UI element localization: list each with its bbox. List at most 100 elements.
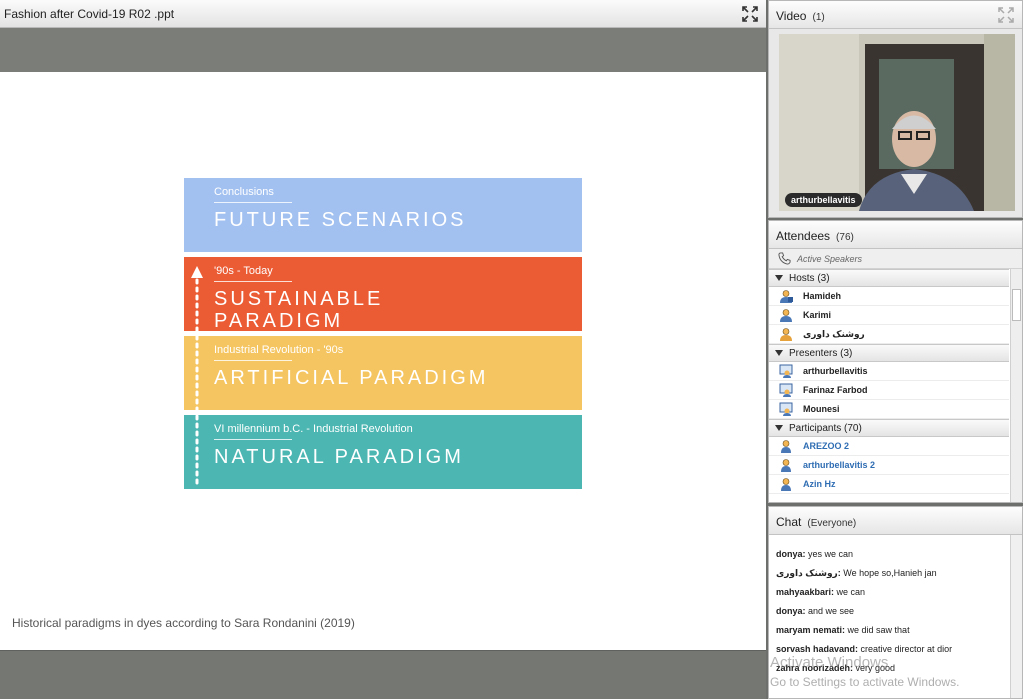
collapse-triangle-icon[interactable] bbox=[775, 350, 783, 356]
attendees-count: (76) bbox=[836, 232, 854, 243]
group-participants[interactable]: Participants (70) bbox=[769, 419, 1009, 437]
webcam-video: arthurbellavitis bbox=[779, 34, 1015, 211]
activate-windows-watermark: Activate Windows bbox=[770, 654, 889, 671]
band-title: SUSTAINABLE PARADIGM bbox=[214, 288, 384, 331]
presenter-icon bbox=[779, 383, 793, 397]
attendees-title: Attendees bbox=[776, 229, 831, 243]
attendee-name: روشنک داوری bbox=[803, 329, 865, 339]
participant-icon bbox=[781, 478, 791, 491]
band-label: Industrial Revolution - '90s bbox=[214, 344, 344, 356]
activate-windows-hint: Go to Settings to activate Windows. bbox=[770, 675, 960, 689]
app-window: Fashion after Covid-19 R02 .ppt Conclusi… bbox=[0, 0, 1023, 699]
fullscreen-icon[interactable] bbox=[742, 6, 758, 22]
presentation-slide: Conclusions FUTURE SCENARIOS '90s - Toda… bbox=[0, 72, 766, 650]
attendee-name: Mounesi bbox=[803, 404, 840, 414]
share-pod-header: Fashion after Covid-19 R02 .ppt bbox=[0, 0, 766, 28]
chat-scrollbar[interactable] bbox=[1010, 535, 1022, 698]
chat-pod-title: Chat (Everyone) bbox=[776, 515, 856, 529]
band-future-scenarios: Conclusions FUTURE SCENARIOS bbox=[184, 178, 582, 252]
chat-text: we did saw that bbox=[845, 625, 910, 635]
attendees-pod: Attendees (76) Active Speakers Hosts (3) … bbox=[768, 220, 1023, 503]
band-rule bbox=[214, 281, 292, 282]
attendee-row[interactable]: Mounesi bbox=[769, 400, 1009, 419]
chat-sender: sorvash hadavand: bbox=[776, 644, 859, 654]
attendee-name: Farinaz Farbod bbox=[803, 385, 868, 395]
attendee-row[interactable]: Karimi bbox=[769, 306, 1009, 325]
attendee-list: Hosts (3) Hamideh Karimi روشنک داوری Pre… bbox=[769, 269, 1009, 494]
attendee-row[interactable]: Hamideh bbox=[769, 287, 1009, 306]
attendees-pod-header: Attendees (76) bbox=[769, 221, 1022, 249]
attendee-name: AREZOO 2 bbox=[803, 441, 850, 451]
chat-text: yes we can bbox=[805, 549, 854, 559]
attendee-name: arthurbellavitis bbox=[803, 366, 868, 376]
chat-sender: mahyaakbari: bbox=[776, 587, 835, 597]
group-label: Hosts (3) bbox=[789, 273, 830, 284]
group-hosts[interactable]: Hosts (3) bbox=[769, 269, 1009, 287]
band-rule bbox=[214, 439, 292, 440]
collapse-triangle-icon[interactable] bbox=[775, 425, 783, 431]
chat-sender: donya: bbox=[776, 549, 806, 559]
band-rule bbox=[214, 202, 292, 203]
slide-bottom-band bbox=[0, 650, 766, 699]
band-artificial-paradigm: Industrial Revolution - '90s ARTIFICIAL … bbox=[184, 336, 582, 410]
chat-message: mahyaakbari: we can bbox=[776, 585, 1008, 604]
chat-text: we can bbox=[834, 587, 866, 597]
share-pod: Fashion after Covid-19 R02 .ppt Conclusi… bbox=[0, 0, 766, 699]
band-rule bbox=[214, 360, 292, 361]
band-label: VI millennium b.C. - Industrial Revoluti… bbox=[214, 423, 413, 435]
band-sustainable-paradigm: '90s - Today SUSTAINABLE PARADIGM bbox=[184, 257, 582, 331]
participant-icon bbox=[781, 440, 791, 453]
band-label: Conclusions bbox=[214, 186, 274, 198]
timeline-arrow-icon bbox=[191, 266, 203, 490]
chat-scope[interactable]: (Everyone) bbox=[807, 518, 856, 529]
band-natural-paradigm: VI millennium b.C. - Industrial Revoluti… bbox=[184, 415, 582, 489]
attendees-pod-title: Attendees (76) bbox=[776, 229, 854, 243]
presenter-icon bbox=[779, 364, 793, 378]
attendee-row[interactable]: arthurbellavitis 2 bbox=[769, 456, 1009, 475]
chat-message: donya: and we see bbox=[776, 604, 1008, 623]
group-presenters[interactable]: Presenters (3) bbox=[769, 344, 1009, 362]
attendee-name: Karimi bbox=[803, 310, 832, 320]
host-icon bbox=[780, 328, 792, 341]
attendee-row[interactable]: Farinaz Farbod bbox=[769, 381, 1009, 400]
chat-sender: روشنک داوری: bbox=[776, 568, 841, 578]
chat-text: We hope so,Hanieh jan bbox=[840, 568, 937, 578]
video-fullscreen-icon[interactable] bbox=[998, 7, 1014, 23]
host-icon bbox=[780, 309, 792, 322]
band-title: FUTURE SCENARIOS bbox=[214, 209, 467, 231]
attendee-row[interactable]: روشنک داوری bbox=[769, 325, 1009, 344]
webcam-scene bbox=[779, 34, 1015, 211]
video-count: (1) bbox=[812, 12, 825, 23]
chat-message: maryam nemati: we did saw that bbox=[776, 623, 1008, 642]
chat-pod-header: Chat (Everyone) bbox=[769, 507, 1022, 535]
chat-text: creative director at dior bbox=[858, 644, 953, 654]
band-title: ARTIFICIAL PARADIGM bbox=[214, 367, 489, 389]
host-icon bbox=[780, 290, 793, 303]
attendee-name: Azin Hz bbox=[803, 479, 836, 489]
chat-sender: maryam nemati: bbox=[776, 625, 846, 635]
slide-top-band bbox=[0, 29, 766, 72]
video-pod-title: Video (1) bbox=[776, 9, 825, 23]
attendees-scrollbar[interactable] bbox=[1010, 269, 1022, 502]
attendee-name: Hamideh bbox=[803, 291, 842, 301]
slide-caption: Historical paradigms in dyes according t… bbox=[12, 616, 355, 630]
video-pod: Video (1) arthurbellavitis bbox=[768, 0, 1023, 218]
attendee-name: arthurbellavitis 2 bbox=[803, 460, 876, 470]
participant-icon bbox=[781, 459, 791, 472]
video-name-tag: arthurbellavitis bbox=[785, 193, 862, 207]
phone-icon bbox=[778, 252, 791, 265]
chat-sender: donya: bbox=[776, 606, 806, 616]
video-pod-header: Video (1) bbox=[769, 1, 1022, 29]
band-title: NATURAL PARADIGM bbox=[214, 446, 464, 468]
attendee-row[interactable]: AREZOO 2 bbox=[769, 437, 1009, 456]
presenter-icon bbox=[779, 402, 793, 416]
collapse-triangle-icon[interactable] bbox=[775, 275, 783, 281]
chat-message: donya: yes we can bbox=[776, 547, 1008, 566]
chat-message: روشنک داوری: We hope so,Hanieh jan bbox=[776, 566, 1008, 585]
active-speakers-row: Active Speakers bbox=[769, 249, 1022, 269]
group-label: Participants (70) bbox=[789, 423, 862, 434]
attendee-row[interactable]: arthurbellavitis bbox=[769, 362, 1009, 381]
attendee-row[interactable]: Azin Hz bbox=[769, 475, 1009, 494]
group-label: Presenters (3) bbox=[789, 348, 853, 359]
attendees-scroll-thumb[interactable] bbox=[1012, 289, 1021, 321]
